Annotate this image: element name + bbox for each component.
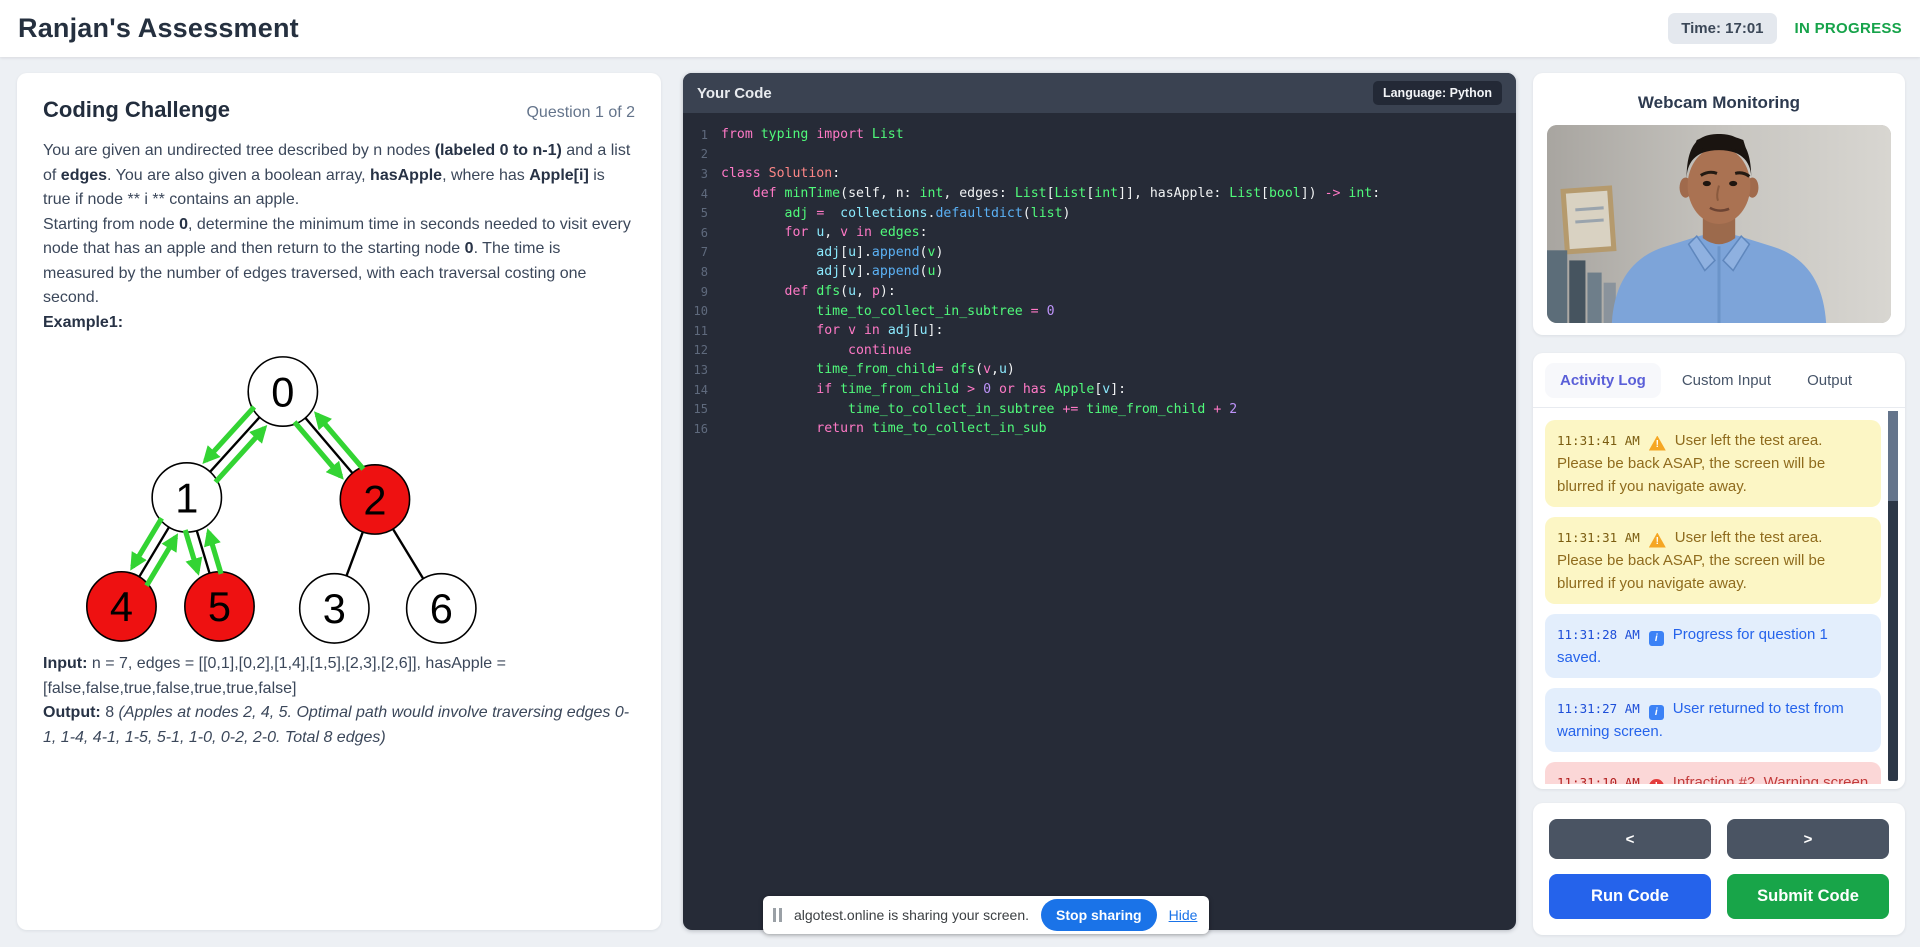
tabs-bar: Activity Log Custom Input Output [1533,353,1905,408]
code-line: 4 def minTime(self, n: int, edges: List[… [693,184,1516,204]
code-editor[interactable]: 1from typing import List23class Solution… [683,113,1516,439]
code-line: 14 if time_from_child > 0 or has Apple[v… [693,380,1516,400]
editor-title: Your Code [697,85,772,102]
code-line: 15 time_to_collect_in_subtree += time_fr… [693,399,1516,419]
challenge-header: Coding Challenge Question 1 of 2 [43,97,635,123]
webcam-panel: Webcam Monitoring [1533,73,1905,335]
code-line: 13 time_from_child= dfs(v,u) [693,360,1516,380]
svg-text:2: 2 [363,476,386,523]
question-counter: Question 1 of 2 [526,104,635,122]
share-message: algotest.online is sharing your screen. [794,907,1029,923]
example-output: Output: 8 (Apples at nodes 2, 4, 5. Opti… [43,701,635,750]
code-line: 8 adj[v].append(u) [693,262,1516,282]
challenge-panel: Coding Challenge Question 1 of 2 You are… [17,73,661,930]
topbar: Ranjan's Assessment Time: 17:01 IN PROGR… [0,0,1920,57]
siren-icon: ! [1649,779,1664,784]
code-line: 12 continue [693,341,1516,361]
svg-text:6: 6 [430,585,453,632]
code-line: 5 adj = collections.defaultdict(list) [693,203,1516,223]
code-editor-panel: Your Code Language: Python 1from typing … [683,73,1516,930]
svg-text:5: 5 [208,583,231,630]
run-code-button[interactable]: Run Code [1549,874,1711,919]
log-entry-info: 11:31:28 AMiProgress for question 1 save… [1545,614,1881,678]
log-entry-info: 11:31:27 AMiUser returned to test from w… [1545,688,1881,752]
code-line: 6 for u, v in edges: [693,223,1516,243]
svg-text:3: 3 [323,585,346,632]
code-line: 11 for v in adj[u]: [693,321,1516,341]
challenge-description-line-2: Starting from node 0, determine the mini… [43,213,635,311]
previous-question-button[interactable]: < [1549,819,1711,859]
drag-handle-icon[interactable] [773,908,782,922]
webcam-feed [1547,125,1891,323]
example-input: Input: n = 7, edges = [[0,1],[0,2],[1,4]… [43,652,635,701]
svg-text:4: 4 [110,583,133,630]
language-badge: Language: Python [1373,81,1502,105]
stop-sharing-button[interactable]: Stop sharing [1041,899,1157,931]
hide-share-bar-link[interactable]: Hide [1169,907,1198,923]
code-line: 2 [693,145,1516,165]
tab-activity-log[interactable]: Activity Log [1545,363,1661,398]
log-entry-warning: 11:31:41 AM!User left the test area. Ple… [1545,420,1881,507]
info-icon: i [1649,705,1664,720]
code-line: 9 def dfs(u, p): [693,282,1516,302]
page-title: Ranjan's Assessment [18,13,299,44]
timer-badge: Time: 17:01 [1668,13,1776,44]
svg-text:1: 1 [175,474,198,521]
tab-custom-input[interactable]: Custom Input [1667,363,1786,398]
code-line: 10 time_to_collect_in_subtree = 0 [693,301,1516,321]
example-label: Example1: [43,311,635,336]
log-entry-alert: 11:31:10 AM!Infraction #2. Warning scree… [1545,762,1881,784]
right-column: Webcam Monitoring [1533,73,1905,935]
screen-share-bar: algotest.online is sharing your screen. … [763,896,1209,934]
code-line: 1from typing import List [693,125,1516,145]
code-line: 16 return time_to_collect_in_sub [693,419,1516,439]
svg-text:0: 0 [271,368,294,415]
challenge-description-line-1: You are given an undirected tree describ… [43,139,635,213]
tab-output[interactable]: Output [1792,363,1867,398]
submit-code-button[interactable]: Submit Code [1727,874,1889,919]
warning-icon: ! [1649,436,1666,451]
status-badge: IN PROGRESS [1795,20,1903,37]
editor-header: Your Code Language: Python [683,73,1516,113]
scrollbar[interactable] [1888,411,1898,781]
webcam-portrait [1547,125,1891,323]
webcam-title: Webcam Monitoring [1547,93,1891,113]
tree-diagram: 0 1 2 4 5 3 6 [55,344,481,646]
controls-panel: < > Run Code Submit Code [1533,803,1905,935]
next-question-button[interactable]: > [1727,819,1889,859]
activity-panel: Activity Log Custom Input Output 11:31:4… [1533,353,1905,789]
info-icon: i [1649,631,1664,646]
activity-log-list: 11:31:41 AM!User left the test area. Ple… [1533,408,1905,784]
tree-diagram-wrapper: 0 1 2 4 5 3 6 [55,344,635,646]
challenge-title: Coding Challenge [43,97,230,123]
code-line: 3class Solution: [693,164,1516,184]
assessment-page: { "header": { "title": "Ranjan's Assessm… [0,0,1920,947]
log-entry-warning: 11:31:31 AM!User left the test area. Ple… [1545,517,1881,604]
scrollbar-thumb[interactable] [1888,411,1898,501]
code-line: 7 adj[u].append(v) [693,243,1516,263]
warning-icon: ! [1649,533,1666,548]
